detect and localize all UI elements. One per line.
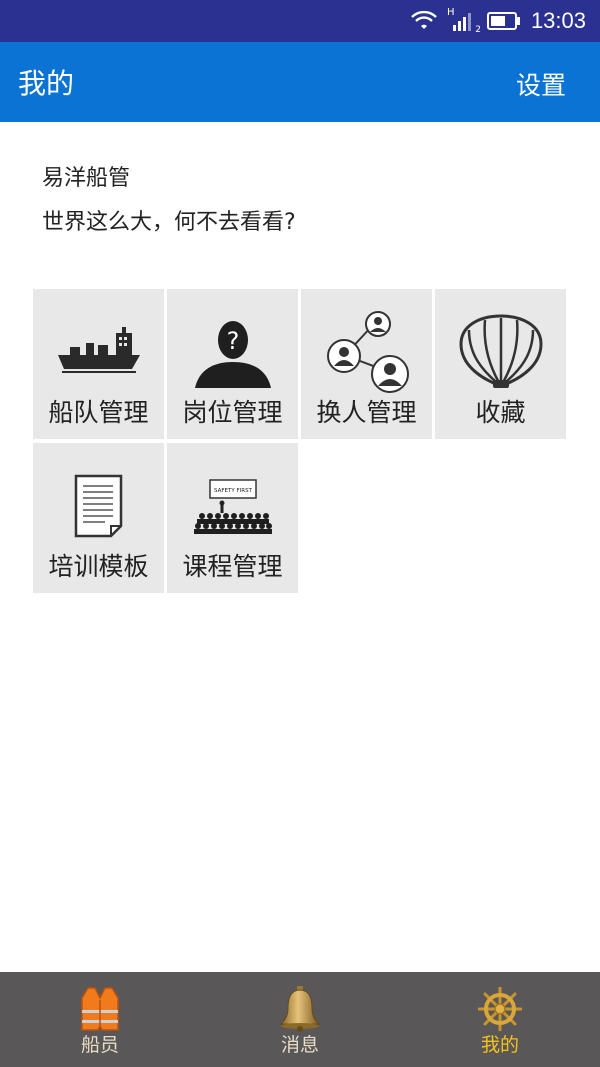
- tile-crew-change-management[interactable]: 换人管理: [301, 289, 432, 439]
- document-icon: [33, 461, 164, 551]
- status-icons: H 2 13:03: [411, 0, 586, 42]
- svg-text:?: ?: [226, 327, 239, 355]
- profile-motto: 世界这么大，何不去看看?: [42, 210, 296, 235]
- tile-label: 课程管理: [182, 552, 283, 581]
- settings-button[interactable]: 设置: [516, 66, 566, 102]
- tile-label: 收藏: [475, 398, 526, 427]
- nav-label: 消息: [280, 1034, 319, 1056]
- nav-label: 船员: [80, 1034, 119, 1056]
- tile-label: 培训模板: [48, 552, 149, 581]
- nav-label: 我的: [480, 1034, 519, 1056]
- tile-label: 船队管理: [48, 398, 149, 427]
- battery-icon: [486, 12, 520, 30]
- profile-section: 易洋船管 世界这么大，何不去看看?: [42, 162, 296, 240]
- people-network-icon: [301, 307, 432, 397]
- status-bar: H 2 13:03: [0, 0, 600, 42]
- bottom-nav: 船员 消息 我的: [0, 972, 600, 1067]
- app-bar: 我的 设置: [0, 42, 600, 122]
- clock: 13:03: [530, 8, 586, 33]
- board-text: SAFETY FIRST: [214, 488, 253, 494]
- wifi-icon: [411, 11, 437, 29]
- ship-wheel-icon: [478, 984, 522, 1034]
- tile-position-management[interactable]: ? 岗位管理: [167, 289, 298, 439]
- bell-icon: [278, 984, 322, 1034]
- profile-name: 易洋船管: [42, 166, 131, 191]
- nav-item-mine[interactable]: 我的: [400, 972, 600, 1067]
- tile-label: 岗位管理: [182, 398, 283, 427]
- sim-number: 2: [475, 25, 481, 35]
- ship-icon: [33, 307, 164, 397]
- tile-label: 换人管理: [316, 398, 417, 427]
- tile-favorites[interactable]: 收藏: [435, 289, 566, 439]
- tile-fleet-management[interactable]: 船队管理: [33, 289, 164, 439]
- shell-icon: [435, 307, 566, 397]
- tile-course-management[interactable]: SAFETY FIRST 课程管理: [167, 443, 298, 593]
- nav-item-messages[interactable]: 消息: [200, 972, 400, 1067]
- life-vest-icon: [78, 984, 122, 1034]
- classroom-icon: SAFETY FIRST: [167, 461, 298, 551]
- tile-training-templates[interactable]: 培训模板: [33, 443, 164, 593]
- nav-item-crew[interactable]: 船员: [0, 972, 200, 1067]
- signal-icon: H 2: [447, 7, 481, 35]
- page-title: 我的: [18, 67, 75, 100]
- person-question-icon: ?: [167, 307, 298, 397]
